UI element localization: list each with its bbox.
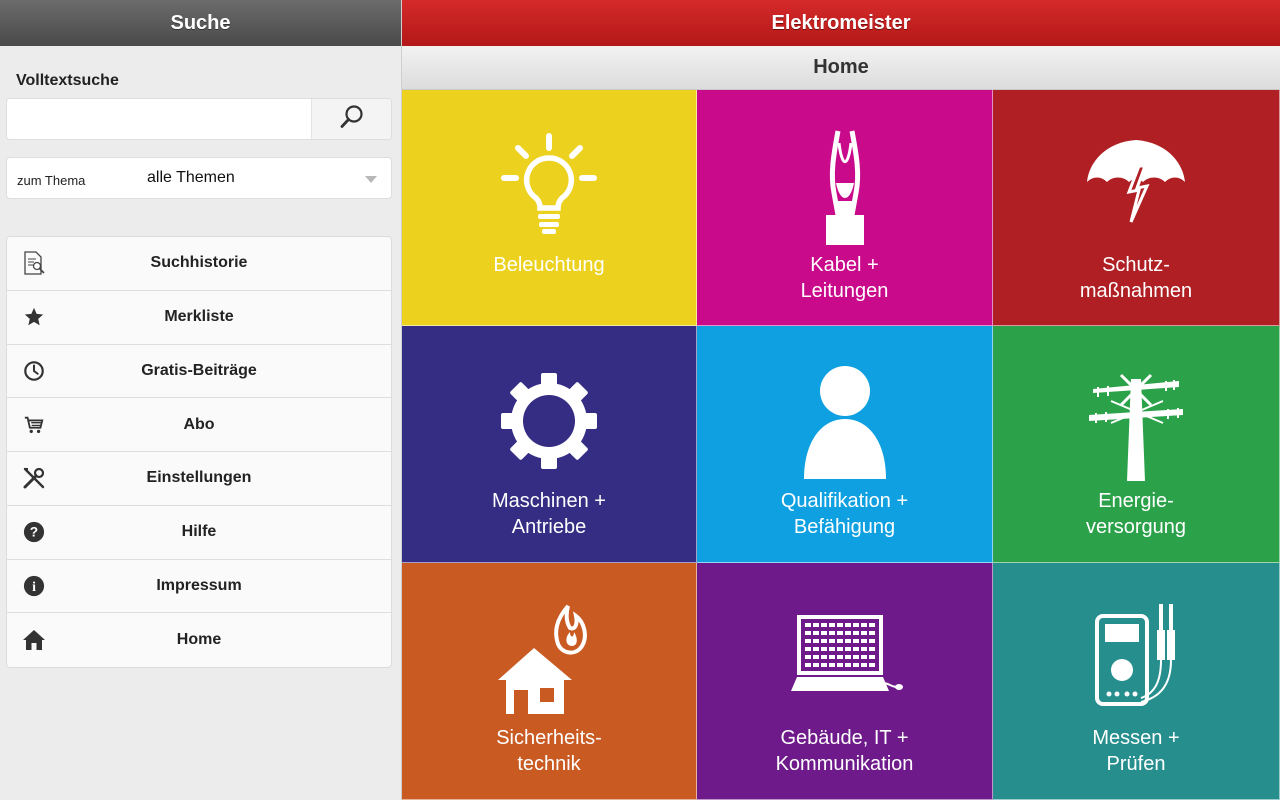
- tile-beleuchtung[interactable]: Beleuchtung: [402, 90, 697, 326]
- power-pylon-icon: [1076, 356, 1196, 486]
- tile-kabel-leitungen[interactable]: Kabel + Leitungen: [697, 90, 993, 326]
- search-box: [6, 98, 392, 140]
- tile-schutzmassnahmen[interactable]: Schutz- maßnahmen: [993, 90, 1280, 326]
- svg-text:i: i: [32, 579, 36, 594]
- home-icon: [21, 627, 47, 653]
- menu-item-label: Impressum: [156, 576, 242, 594]
- tools-icon: [21, 465, 47, 491]
- menu-item-label: Abo: [183, 415, 215, 433]
- clock-icon: [21, 358, 47, 384]
- menu-item-label: Suchhistorie: [150, 254, 248, 272]
- menu-item-label: Einstellungen: [146, 469, 252, 487]
- menu-item-label: Gratis-Beiträge: [141, 361, 257, 379]
- tile-messen-pruefen[interactable]: Messen + Prüfen: [993, 563, 1280, 800]
- tile-label: Beleuchtung: [493, 254, 605, 276]
- topic-label: zum Thema: [17, 173, 86, 188]
- search-button[interactable]: [311, 99, 391, 139]
- tile-energieversorgung[interactable]: Energie- versorgung: [993, 326, 1280, 563]
- lightbulb-icon: [489, 120, 609, 250]
- tile-qualifikation-befaehigung[interactable]: Qualifikation + Befähigung: [697, 326, 993, 563]
- tile-label: Maschinen + Antriebe: [492, 490, 606, 538]
- menu-item-home[interactable]: Home: [7, 613, 391, 667]
- menu-item-gratis-beitraege[interactable]: Gratis-Beiträge: [7, 345, 391, 399]
- search-input[interactable]: [7, 99, 311, 139]
- menu-item-merkliste[interactable]: Merkliste: [7, 291, 391, 345]
- menu-item-einstellungen[interactable]: Einstellungen: [7, 452, 391, 506]
- svg-text:?: ?: [30, 525, 38, 540]
- person-icon: [785, 356, 905, 486]
- umbrella-lightning-icon: [1076, 120, 1196, 250]
- topic-value: alle Themen: [147, 169, 235, 186]
- laptop-icon: [785, 593, 905, 723]
- tile-maschinen-antriebe[interactable]: Maschinen + Antriebe: [402, 326, 697, 563]
- help-icon: ?: [21, 519, 47, 545]
- app-title: Elektromeister: [402, 0, 1280, 46]
- tile-sicherheitstechnik[interactable]: Sicherheits- technik: [402, 563, 697, 800]
- tile-label: Energie- versorgung: [1085, 490, 1187, 538]
- side-menu: Suchhistorie Merkliste Gratis-Beiträge A…: [6, 236, 392, 668]
- tile-label: Sicherheits- technik: [496, 727, 602, 775]
- tile-label: Schutz- maßnahmen: [1079, 254, 1193, 302]
- menu-item-label: Merkliste: [164, 308, 234, 326]
- history-document-icon: [21, 250, 47, 276]
- tile-label: Gebäude, IT + Kommunikation: [775, 727, 914, 775]
- menu-item-suchhistorie[interactable]: Suchhistorie: [7, 237, 391, 291]
- tile-label: Kabel + Leitungen: [800, 254, 889, 302]
- tile-gebaeude-it-kommunikation[interactable]: Gebäude, IT + Kommunikation: [697, 563, 993, 800]
- cart-icon: [21, 412, 47, 438]
- fulltext-search-title: Volltextsuche: [16, 72, 119, 89]
- page-title: Home: [402, 46, 1280, 90]
- search-panel-title: Suche: [0, 0, 401, 46]
- star-icon: [21, 304, 47, 330]
- category-grid: Beleuchtung Kabel + Leitungen Schutz- ma…: [402, 90, 1280, 800]
- search-icon: [339, 104, 365, 135]
- house-fire-icon: [489, 593, 609, 723]
- gear-icon: [489, 356, 609, 486]
- menu-item-label: Home: [176, 631, 222, 649]
- search-panel: Suche Volltextsuche zum Thema alle Theme…: [0, 0, 402, 800]
- tile-label: Messen + Prüfen: [1092, 727, 1180, 775]
- dropdown-arrow-icon: [365, 176, 377, 183]
- tile-label: Qualifikation + Befähigung: [780, 490, 909, 538]
- topic-select[interactable]: zum Thema alle Themen: [6, 157, 392, 199]
- menu-item-abo[interactable]: Abo: [7, 398, 391, 452]
- menu-item-label: Hilfe: [181, 523, 217, 541]
- cable-icon: [785, 120, 905, 250]
- info-icon: i: [21, 573, 47, 599]
- menu-item-hilfe[interactable]: ? Hilfe: [7, 506, 391, 560]
- menu-item-impressum[interactable]: i Impressum: [7, 560, 391, 614]
- multimeter-icon: [1076, 593, 1196, 723]
